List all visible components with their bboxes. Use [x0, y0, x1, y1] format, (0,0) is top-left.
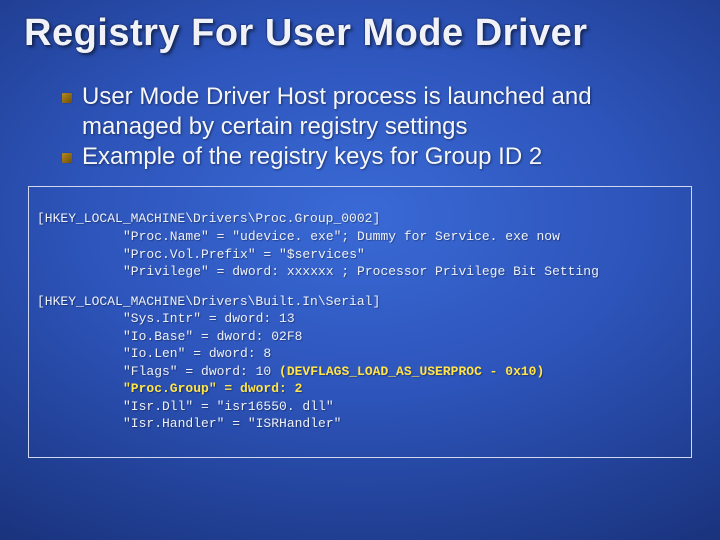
bullet-icon	[62, 153, 72, 163]
code-highlight: "Proc.Group" = dword: 2	[123, 381, 302, 396]
code-line: "Proc.Vol.Prefix" = "$services"	[123, 247, 365, 262]
code-line: "Sys.Intr" = dword: 13	[123, 311, 295, 326]
registry-code-box: [HKEY_LOCAL_MACHINE\Drivers\Proc.Group_0…	[28, 186, 692, 458]
slide-title: Registry For User Mode Driver	[24, 14, 696, 54]
code-line: "Isr.Handler" = "ISRHandler"	[123, 416, 341, 431]
code-line: "Proc.Name" = "udevice. exe"; Dummy for …	[123, 229, 560, 244]
slide: Registry For User Mode Driver User Mode …	[0, 0, 720, 540]
bullet-item: User Mode Driver Host process is launche…	[62, 82, 686, 142]
code-line: "Io.Len" = dword: 8	[123, 346, 271, 361]
code-line: "Privilege" = dword: xxxxxx ; Processor …	[123, 264, 599, 279]
code-line: "Isr.Dll" = "isr16550. dll"	[123, 399, 334, 414]
code-line: [HKEY_LOCAL_MACHINE\Drivers\Proc.Group_0…	[37, 211, 380, 226]
bullet-icon	[62, 93, 72, 103]
code-highlight: (DEVFLAGS_LOAD_AS_USERPROC - 0x10)	[279, 364, 544, 379]
code-line: [HKEY_LOCAL_MACHINE\Drivers\Built.In\Ser…	[37, 294, 380, 309]
bullet-text: Example of the registry keys for Group I…	[82, 142, 542, 172]
bullet-item: Example of the registry keys for Group I…	[62, 142, 686, 172]
code-line: "Io.Base" = dword: 02F8	[123, 329, 302, 344]
code-line: "Flags" = dword: 10	[123, 364, 279, 379]
bullet-list: User Mode Driver Host process is launche…	[62, 82, 686, 172]
bullet-text: User Mode Driver Host process is launche…	[82, 82, 686, 142]
